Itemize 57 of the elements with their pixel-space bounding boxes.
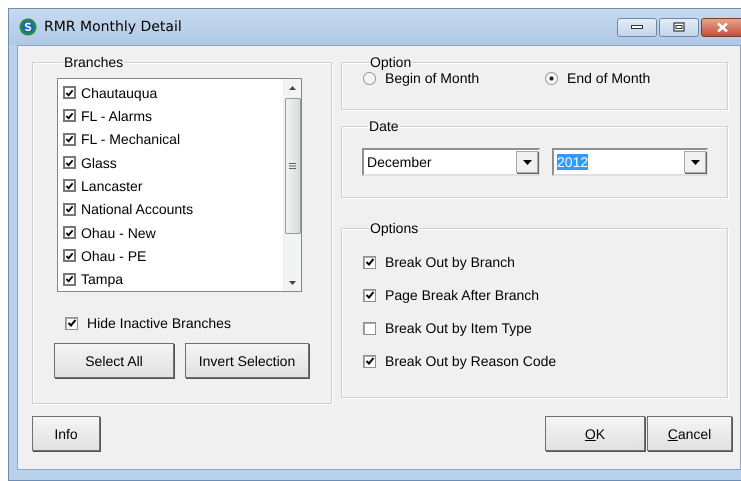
checkbox[interactable]	[363, 256, 376, 268]
checkbox[interactable]	[63, 179, 76, 192]
checkbox-label: Break Out by Reason Code	[385, 353, 556, 369]
checkbox[interactable]	[363, 322, 376, 334]
list-item[interactable]: Ohau - PE	[81, 248, 146, 264]
cancel-button[interactable]: Cancel	[647, 416, 732, 451]
list-item[interactable]: Glass	[81, 154, 117, 171]
checkbox[interactable]	[63, 109, 76, 122]
app-icon	[19, 18, 37, 36]
close-icon	[716, 22, 728, 32]
scroll-thumb[interactable]	[284, 98, 300, 234]
group-label: Branches	[63, 54, 124, 70]
radio-button[interactable]	[545, 72, 558, 84]
group-label: Options	[369, 220, 420, 236]
info-button[interactable]: Info	[32, 416, 100, 451]
checkbox[interactable]	[63, 132, 76, 146]
list-item[interactable]: FL - Alarms	[81, 108, 152, 124]
close-button[interactable]	[701, 18, 741, 36]
checkbox[interactable]	[65, 316, 78, 330]
group-label: Option	[369, 54, 412, 70]
window-title: RMR Monthly Detail	[44, 19, 182, 35]
month-dropdown[interactable]: December	[362, 148, 540, 176]
checkbox-label: Break Out by Item Type	[385, 320, 532, 336]
checkbox[interactable]	[363, 288, 376, 302]
maximize-button[interactable]	[659, 18, 699, 36]
checkbox[interactable]	[63, 202, 76, 216]
list-item[interactable]: FL - Mechanical	[81, 131, 180, 148]
list-item[interactable]: National Accounts	[81, 201, 194, 218]
ok-button[interactable]: OK	[545, 416, 645, 451]
dropdown-arrow-icon	[690, 160, 700, 164]
list-item[interactable]: Lancaster	[81, 178, 142, 194]
checkbox-label: Break Out by Branch	[385, 254, 515, 270]
checkbox-label: Page Break After Branch	[385, 287, 540, 303]
down-arrow-icon	[289, 281, 296, 285]
radio-label: End of Month	[567, 70, 650, 86]
list-item[interactable]: Ohau - New	[81, 224, 156, 241]
checkbox[interactable]	[63, 249, 76, 262]
checkbox[interactable]	[63, 156, 76, 170]
select-all-button[interactable]: Select All	[54, 343, 174, 378]
radio-label: Begin of Month	[385, 70, 480, 86]
maximize-icon	[673, 22, 685, 32]
group-label: Date	[368, 118, 400, 134]
minimize-icon	[631, 24, 643, 30]
list-item[interactable]: Chautauqua	[81, 84, 158, 101]
checkbox[interactable]	[63, 226, 76, 240]
radio-button[interactable]	[363, 72, 376, 84]
scrollbar[interactable]	[283, 79, 301, 291]
minimize-button[interactable]	[617, 18, 657, 36]
checkbox-label: Hide Inactive Branches	[87, 315, 231, 331]
list-item[interactable]: Tampa	[81, 271, 124, 288]
invert-selection-button[interactable]: Invert Selection	[185, 343, 309, 378]
checkbox[interactable]	[63, 86, 76, 100]
up-arrow-icon	[289, 86, 296, 90]
dropdown-arrow-icon	[522, 160, 532, 164]
grip-icon	[289, 162, 296, 170]
checkbox[interactable]	[63, 272, 76, 286]
checkbox[interactable]	[363, 354, 376, 368]
